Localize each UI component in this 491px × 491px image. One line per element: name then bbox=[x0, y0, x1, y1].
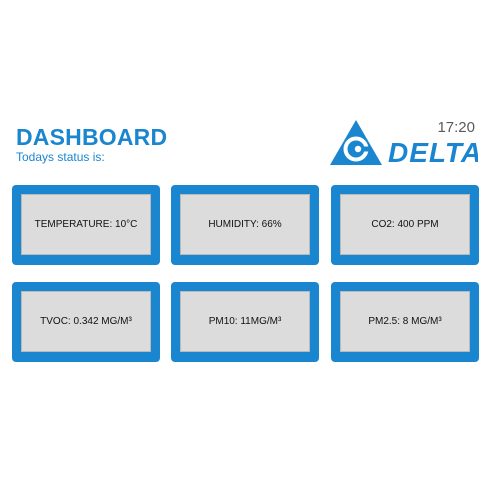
status-subtitle: Todays status is: bbox=[16, 150, 105, 164]
pm10-card[interactable]: PM10: 11MG/M³ bbox=[171, 282, 319, 362]
co2-value: CO2: 400 PPM bbox=[340, 194, 470, 255]
temperature-value: TEMPERATURE: 10°C bbox=[21, 194, 151, 255]
logo-wordmark: DELTA bbox=[388, 137, 478, 168]
tvoc-value: TVOC: 0.342 MG/M³ bbox=[21, 291, 151, 352]
pm25-value: PM2.5: 8 MG/M³ bbox=[340, 291, 470, 352]
pm25-card[interactable]: PM2.5: 8 MG/M³ bbox=[331, 282, 479, 362]
tvoc-card[interactable]: TVOC: 0.342 MG/M³ bbox=[12, 282, 160, 362]
pm10-value: PM10: 11MG/M³ bbox=[180, 291, 310, 352]
page-title: DASHBOARD bbox=[16, 124, 168, 150]
humidity-card[interactable]: HUMIDITY: 66% bbox=[171, 185, 319, 265]
temperature-card[interactable]: TEMPERATURE: 10°C bbox=[12, 185, 160, 265]
delta-logo: DELTA bbox=[330, 120, 478, 168]
delta-triangle-logo-icon bbox=[330, 120, 382, 165]
dashboard-screen: DASHBOARD Todays status is: 17:20 DELTA … bbox=[0, 0, 491, 491]
co2-card[interactable]: CO2: 400 PPM bbox=[331, 185, 479, 265]
humidity-value: HUMIDITY: 66% bbox=[180, 194, 310, 255]
